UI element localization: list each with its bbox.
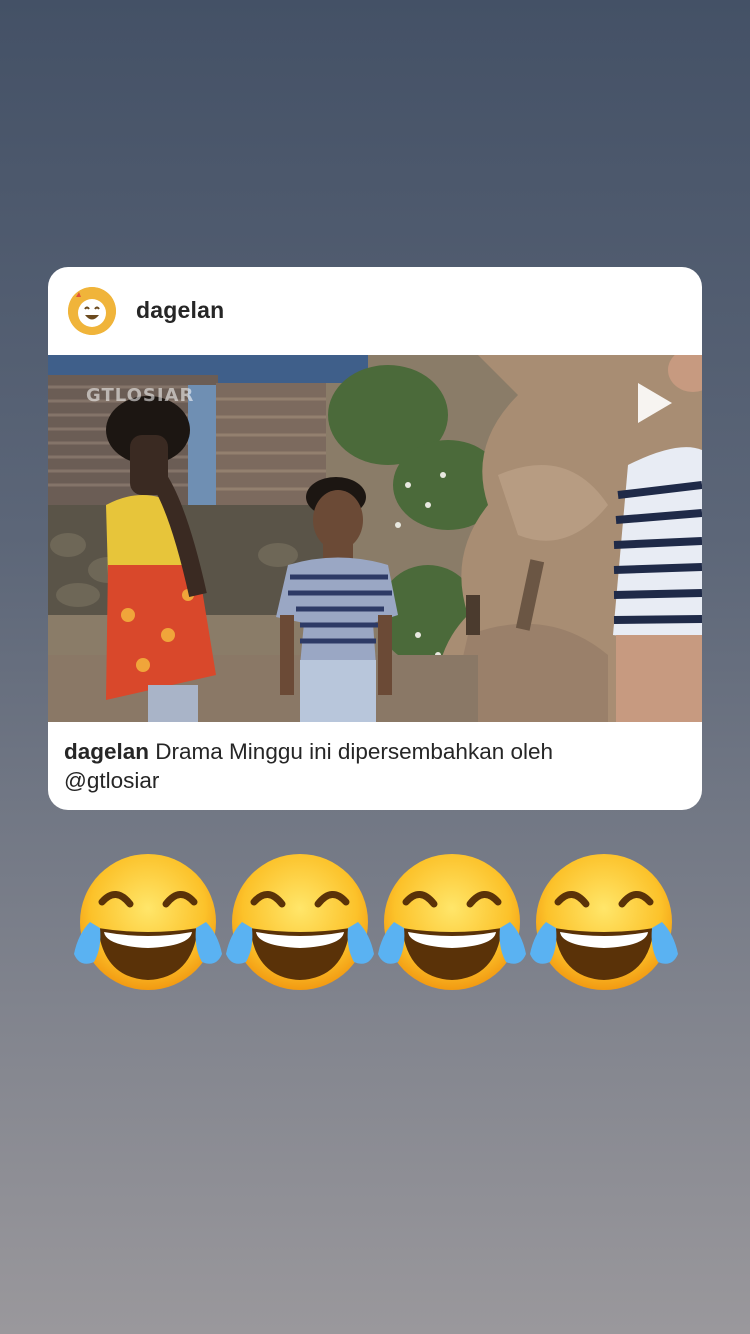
laughing-face-avatar-icon xyxy=(68,287,116,335)
post-caption: dagelan Drama Minggu ini dipersembahkan … xyxy=(64,737,684,795)
face-with-tears-of-joy-icon xyxy=(378,854,526,990)
video-thumbnail[interactable]: GTLOSIAR xyxy=(48,355,702,722)
caption-mention[interactable]: @gtlosiar xyxy=(64,768,159,793)
play-icon[interactable] xyxy=(632,379,676,427)
caption-text: Drama Minggu ini dipersembahkan oleh xyxy=(155,739,554,764)
avatar[interactable] xyxy=(68,287,116,335)
post-username[interactable]: dagelan xyxy=(136,297,224,324)
face-with-tears-of-joy-icon xyxy=(226,854,374,990)
face-with-tears-of-joy-icon xyxy=(530,854,678,990)
face-with-tears-of-joy-icon xyxy=(74,854,222,990)
shared-post-card[interactable]: dagelan GTLOSIAR dagelan Drama Minggu in… xyxy=(48,267,702,810)
post-header: dagelan xyxy=(48,267,702,355)
sticker-row xyxy=(72,850,684,1000)
video-scene-image xyxy=(48,355,702,722)
caption-username[interactable]: dagelan xyxy=(64,739,149,764)
video-watermark: GTLOSIAR xyxy=(86,385,195,406)
